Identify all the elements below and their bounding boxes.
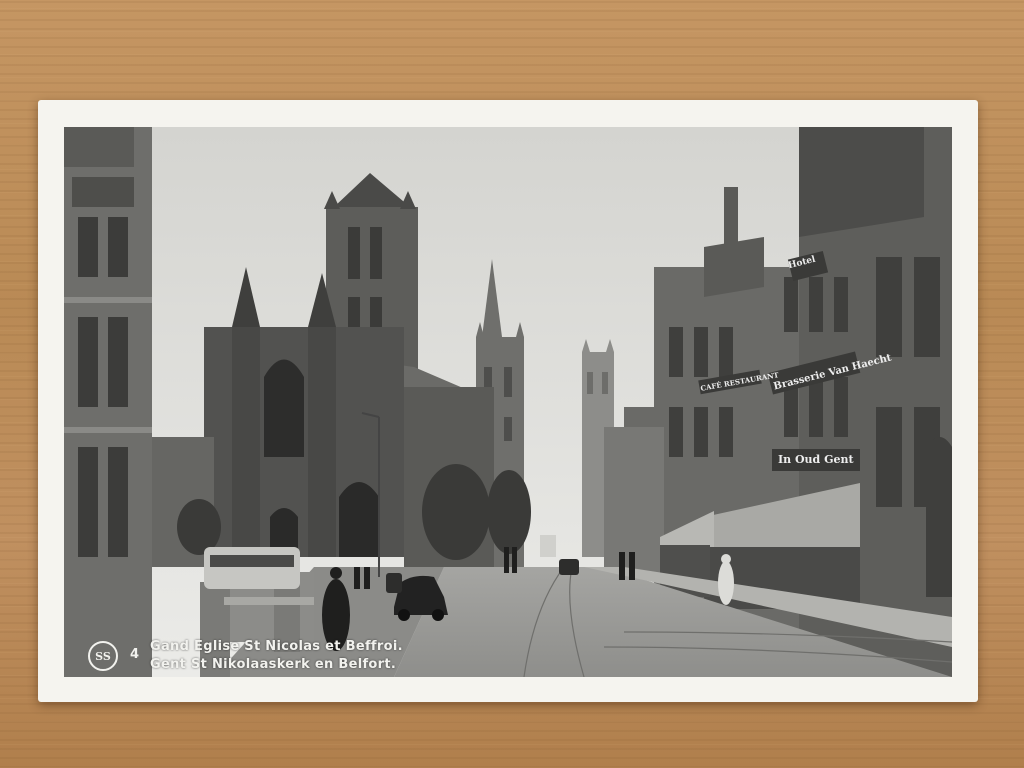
street-scene bbox=[64, 127, 952, 677]
bus bbox=[204, 547, 300, 589]
postcard-photo: SS 4 Gand Eglise St Nicolas et Beffroi. … bbox=[64, 127, 952, 677]
left-building bbox=[64, 127, 152, 677]
